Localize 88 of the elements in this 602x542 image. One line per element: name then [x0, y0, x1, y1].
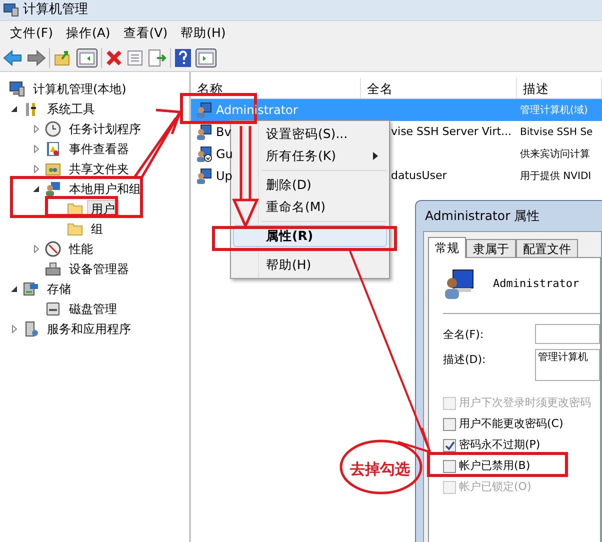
checkbox-label: 帐户已锁定(O) — [459, 479, 532, 496]
checkbox-label: 用户不能更改密码(C) — [459, 416, 564, 432]
field-label: 全名(F): — [443, 327, 485, 343]
users-icon — [45, 181, 61, 197]
menu-item[interactable]: 帮助(H) — [233, 254, 387, 276]
properties-icon[interactable] — [126, 48, 144, 66]
menu-item[interactable]: 操作(A) — [60, 22, 116, 42]
collapsed-arrow-icon[interactable] — [12, 325, 16, 333]
table-cell: 供来宾访问计算 — [520, 148, 590, 160]
expanded-arrow-icon[interactable] — [11, 286, 17, 292]
tree-item[interactable]: 计算机管理(本地) — [29, 80, 130, 98]
expanded-arrow-icon[interactable] — [11, 106, 17, 112]
gauge-icon — [45, 241, 61, 257]
computer-icon — [9, 81, 25, 97]
log-book-icon — [45, 141, 61, 157]
disabled-user-icon — [196, 146, 212, 162]
tree-item[interactable]: 本地用户和组 — [65, 180, 145, 198]
table-cell-text: Gu — [216, 146, 233, 163]
folder-icon — [67, 201, 83, 217]
help-icon[interactable] — [174, 48, 192, 68]
column-header[interactable]: 全名 — [361, 78, 517, 98]
menu-item[interactable]: 所有任务(K) — [233, 145, 387, 167]
input-field[interactable]: 管理计算机 — [535, 349, 600, 381]
table-cell: Bitvise SSH Se — [520, 126, 593, 138]
folder-icon — [67, 221, 83, 237]
table-cell-text: Bv — [216, 124, 232, 141]
wrench-icon — [23, 101, 39, 117]
server-icon — [23, 321, 39, 337]
menu-item[interactable]: 文件(F) — [4, 22, 59, 42]
dialog-title: Administrator 属性 — [425, 206, 540, 225]
tree-item[interactable]: 共享文件夹 — [65, 160, 133, 178]
user-icon — [196, 168, 212, 184]
disk-drive-icon — [45, 301, 61, 317]
checkbox[interactable] — [443, 418, 456, 431]
user-icon — [196, 102, 212, 118]
tree-item[interactable]: 事件查看器 — [65, 140, 133, 158]
export-icon[interactable] — [147, 48, 167, 66]
expanded-arrow-icon[interactable] — [33, 186, 39, 192]
device-icon — [45, 261, 61, 277]
table-cell-text: Up — [216, 168, 232, 185]
input-field[interactable] — [535, 324, 600, 344]
window-title: 计算机管理 — [23, 1, 88, 20]
table-cell: vise SSH Server Virt... — [391, 124, 512, 138]
collapsed-arrow-icon[interactable] — [34, 145, 38, 153]
collapsed-arrow-icon[interactable] — [34, 245, 38, 253]
tree-item[interactable]: 组 — [87, 220, 107, 238]
menu-item[interactable]: 查看(V) — [117, 22, 174, 42]
tree-item[interactable]: 磁盘管理 — [65, 300, 121, 318]
checkmark-icon — [444, 440, 454, 450]
checkbox-label: 帐户已禁用(B) — [459, 458, 530, 474]
tree-item[interactable]: 设备管理器 — [65, 260, 133, 278]
tab[interactable]: 常规 — [428, 237, 466, 258]
collapsed-arrow-icon[interactable] — [34, 165, 38, 173]
column-header[interactable]: 描述 — [517, 78, 602, 98]
checkbox-label: 用户下次登录时须更改密码 — [459, 395, 591, 412]
field-label: 描述(D): — [443, 352, 487, 368]
table-cell: 用于提供 NVIDI — [520, 170, 592, 182]
tree-item[interactable]: 服务和应用程序 — [43, 320, 135, 338]
collapsed-arrow-icon[interactable] — [34, 125, 38, 133]
tree-item[interactable]: 性能 — [65, 240, 97, 258]
menu-item[interactable]: 帮助(H) — [174, 22, 232, 42]
tree-item[interactable]: 存储 — [43, 280, 75, 298]
delete-icon[interactable] — [105, 48, 123, 66]
computer-icon — [3, 3, 19, 17]
table-cell: 管理计算机(域) — [520, 104, 588, 116]
menu-item[interactable]: 设置密码(S)... — [233, 123, 387, 145]
checkbox[interactable] — [443, 439, 456, 452]
storage-icon — [23, 281, 39, 297]
user-icon — [196, 124, 212, 140]
user-name: Administrator — [493, 276, 580, 292]
tab[interactable]: 隶属于 — [466, 239, 516, 257]
checkbox-label: 密码永不过期(P) — [459, 437, 540, 454]
tree-item[interactable]: 任务计划程序 — [65, 120, 145, 138]
clock-icon — [45, 121, 61, 137]
table-cell: datusUser — [391, 168, 447, 182]
pane-toggle-icon[interactable] — [76, 48, 98, 68]
back-arrow-icon[interactable] — [3, 48, 23, 66]
checkbox[interactable] — [443, 460, 456, 473]
shared-folder-icon — [45, 161, 61, 177]
tab[interactable]: 配置文件 — [516, 239, 578, 257]
user-icon — [443, 268, 475, 300]
menu-item[interactable]: 重命名(M) — [233, 196, 387, 218]
tree-item[interactable]: 系统工具 — [43, 100, 99, 118]
annotation-label: 去掉勾选 — [350, 459, 410, 480]
menu-item[interactable]: 删除(D) — [233, 174, 387, 196]
pane-toggle-icon[interactable] — [195, 48, 217, 68]
forward-arrow-icon[interactable] — [26, 48, 46, 66]
submenu-arrow-icon — [373, 152, 378, 160]
